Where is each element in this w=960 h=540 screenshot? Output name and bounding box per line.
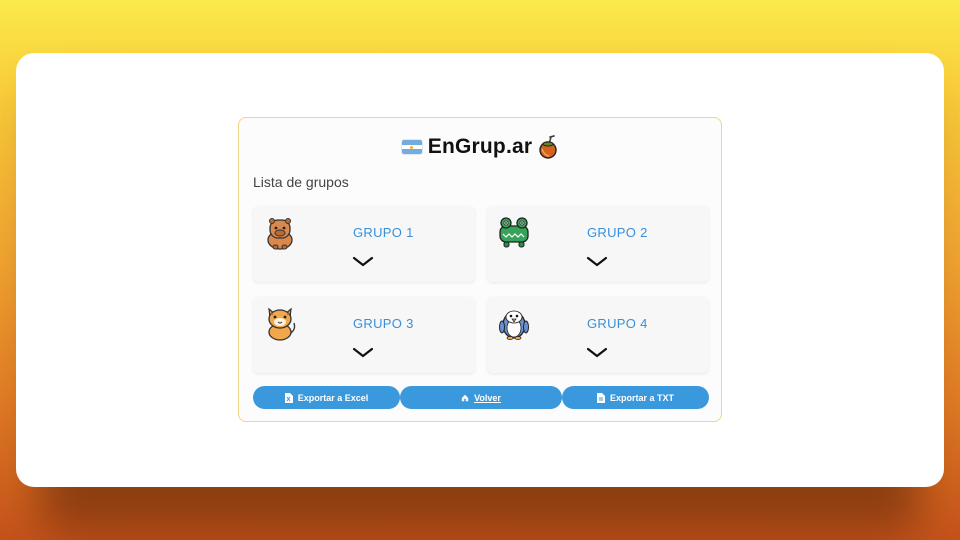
excel-file-icon	[284, 392, 293, 403]
crocodile-icon	[499, 217, 529, 248]
penguin-icon	[499, 310, 529, 340]
group-card-4[interactable]: GRUPO 4	[487, 297, 709, 373]
groups-card: EnGrup.ar Lista de grupos GRUPO 1 GRUPO …	[238, 117, 722, 422]
group-name[interactable]: GRUPO 3	[353, 316, 414, 331]
chevron-down-icon[interactable]	[586, 347, 608, 359]
group-card-2[interactable]: GRUPO 2	[487, 206, 709, 282]
section-title: Lista de grupos	[253, 174, 349, 190]
back-button[interactable]: Volver	[400, 386, 562, 409]
group-card-1[interactable]: GRUPO 1	[253, 206, 475, 282]
cat-icon	[268, 307, 296, 341]
capybara-icon	[267, 218, 293, 250]
group-name[interactable]: GRUPO 1	[353, 225, 414, 240]
app-header: EnGrup.ar	[239, 132, 721, 162]
chevron-down-icon[interactable]	[352, 256, 374, 268]
export-excel-label: Exportar a Excel	[297, 392, 369, 403]
group-name[interactable]: GRUPO 2	[587, 225, 648, 240]
home-icon	[461, 394, 469, 401]
export-txt-label: Exportar a TXT	[609, 392, 674, 403]
mate-gourd-icon	[539, 135, 557, 159]
back-label: Volver	[474, 392, 501, 403]
text-file-icon	[596, 392, 605, 403]
app-title: EnGrup.ar	[427, 135, 533, 158]
group-card-3[interactable]: GRUPO 3	[253, 297, 475, 373]
chevron-down-icon[interactable]	[586, 256, 608, 268]
group-name[interactable]: GRUPO 4	[587, 316, 648, 331]
export-txt-button[interactable]: Exportar a TXT	[562, 386, 709, 409]
argentina-flag-icon	[401, 140, 422, 154]
chevron-down-icon[interactable]	[352, 347, 374, 359]
export-excel-button[interactable]: Exportar a Excel	[253, 386, 400, 409]
